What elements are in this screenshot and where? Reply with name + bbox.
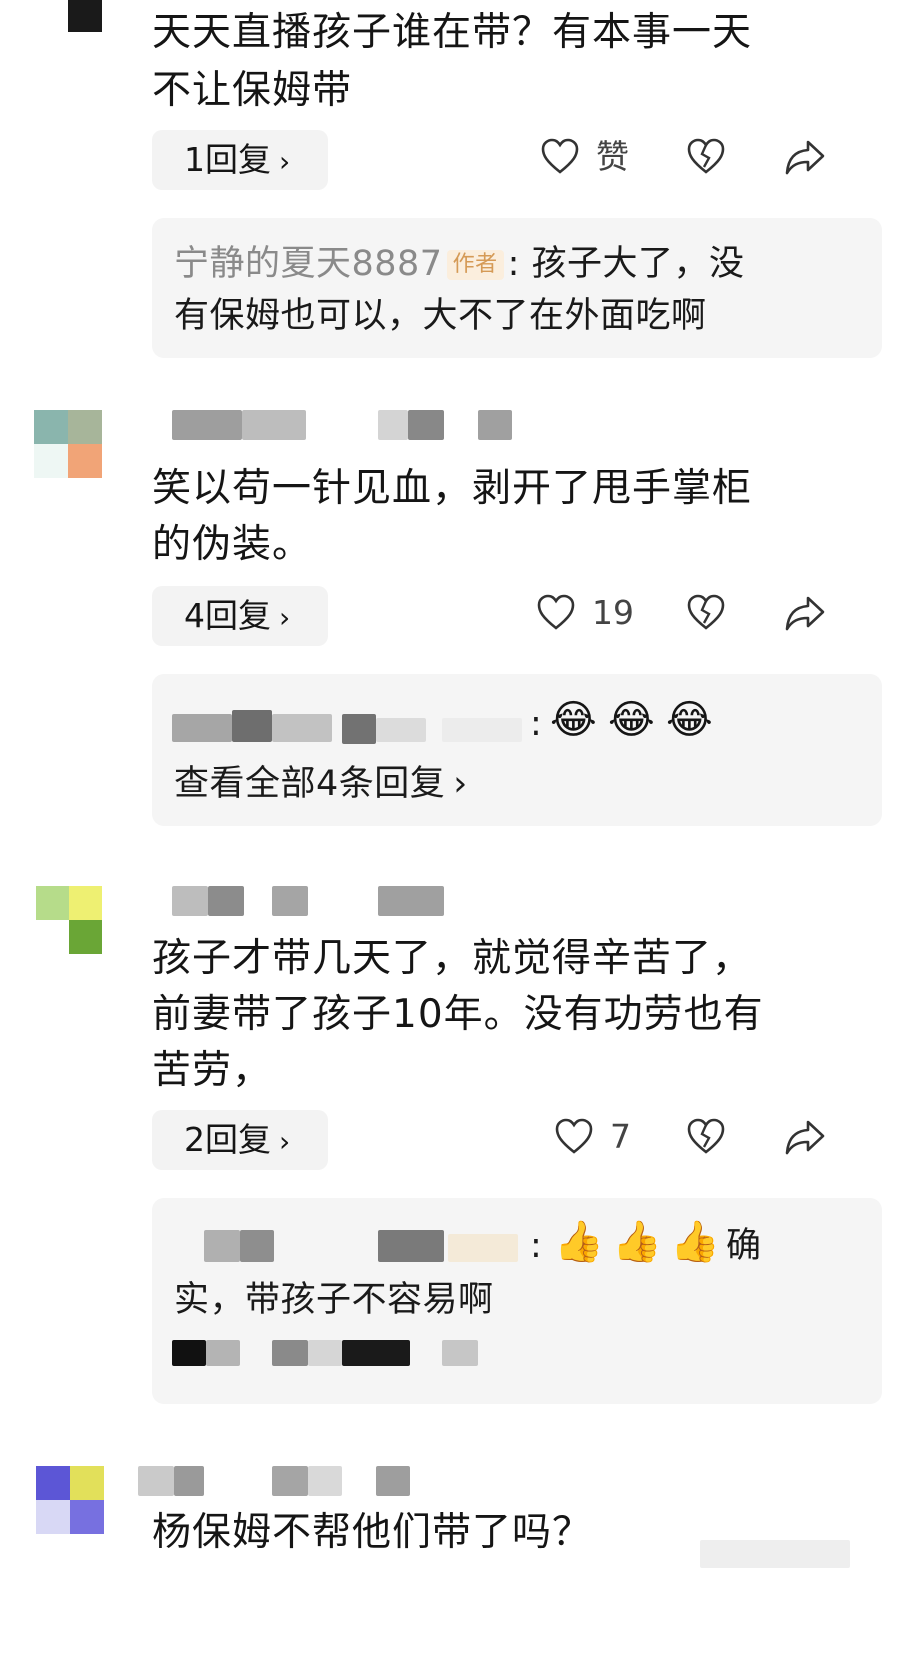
avatar[interactable] [36, 1466, 104, 1534]
reply-count-label: 2回复 [184, 1120, 271, 1159]
avatar[interactable] [36, 886, 102, 954]
heart-icon[interactable] [536, 593, 576, 633]
share-icon[interactable] [784, 1118, 826, 1158]
reply-text: 确 [726, 1226, 762, 1266]
reply-author[interactable]: 宁静的夏天8887 [174, 244, 443, 284]
avatar[interactable] [68, 0, 102, 32]
like-count: 7 [610, 1117, 631, 1156]
broken-heart-icon[interactable] [686, 593, 726, 633]
comment-text: 孩子才带几天了，就觉得辛苦了， [152, 936, 753, 981]
comment-text: 天天直播孩子谁在带？有本事一天 [152, 10, 753, 55]
watermark-blur [700, 1540, 850, 1568]
avatar[interactable] [34, 410, 102, 478]
share-icon[interactable] [784, 138, 826, 178]
comment-text: 前妻带了孩子10年。没有功劳也有 [152, 992, 764, 1037]
laughing-crying-emoji: 😂 [666, 697, 713, 743]
thumbs-up-emoji: 👍 [612, 1219, 662, 1265]
heart-icon[interactable] [540, 137, 580, 177]
comment-text: 不让保姆带 [152, 68, 353, 113]
like-count: 19 [592, 593, 634, 632]
like-label[interactable]: 赞 [596, 137, 629, 177]
comment-text: 笑以苟一针见血，剥开了甩手掌柜 [152, 466, 753, 511]
chevron-right-icon: › [453, 764, 468, 804]
chevron-right-icon: › [279, 601, 291, 634]
thumbs-up-emoji: 👍 [554, 1219, 604, 1265]
comment-text: 苦劳， [152, 1048, 273, 1093]
reply-count-label: 1回复 [184, 140, 271, 179]
reply-text: 实，带孩子不容易啊 [174, 1280, 494, 1320]
chevron-right-icon: › [279, 1125, 291, 1158]
broken-heart-icon[interactable] [686, 1117, 726, 1157]
heart-icon[interactable] [554, 1117, 594, 1157]
reply-preview[interactable]: 宁静的夏天8887 作者: 孩子大了，没 有保姆也可以，大不了在外面吃啊 [152, 218, 882, 358]
reply-colon: : [530, 704, 543, 744]
reply-count-button[interactable]: 4回复 › [152, 586, 328, 646]
comment-text: 的伪装。 [152, 522, 313, 567]
author-badge: 作者 [446, 250, 504, 280]
reply-text: : 孩子大了，没 [507, 244, 745, 284]
laughing-crying-emoji: 😂 [550, 697, 597, 743]
chevron-right-icon: › [279, 145, 291, 178]
view-all-replies-link[interactable]: 查看全部4条回复 › [174, 758, 468, 810]
reply-count-button[interactable]: 2回复 › [152, 1110, 328, 1170]
reply-text: 有保姆也可以，大不了在外面吃啊 [174, 296, 707, 336]
reply-count-button[interactable]: 1回复 › [152, 130, 328, 190]
reply-colon: : [530, 1226, 543, 1266]
comment-text: 杨保姆不帮他们带了吗？ [152, 1510, 593, 1555]
reply-preview[interactable]: : 👍 👍 👍 确 实，带孩子不容易啊 [152, 1198, 882, 1404]
share-icon[interactable] [784, 594, 826, 634]
thumbs-up-emoji: 👍 [670, 1219, 720, 1265]
laughing-crying-emoji: 😂 [608, 697, 655, 743]
reply-preview[interactable]: : 😂 😂 😂 查看全部4条回复 › [152, 674, 882, 826]
broken-heart-icon[interactable] [686, 137, 726, 177]
reply-count-label: 4回复 [184, 596, 271, 635]
